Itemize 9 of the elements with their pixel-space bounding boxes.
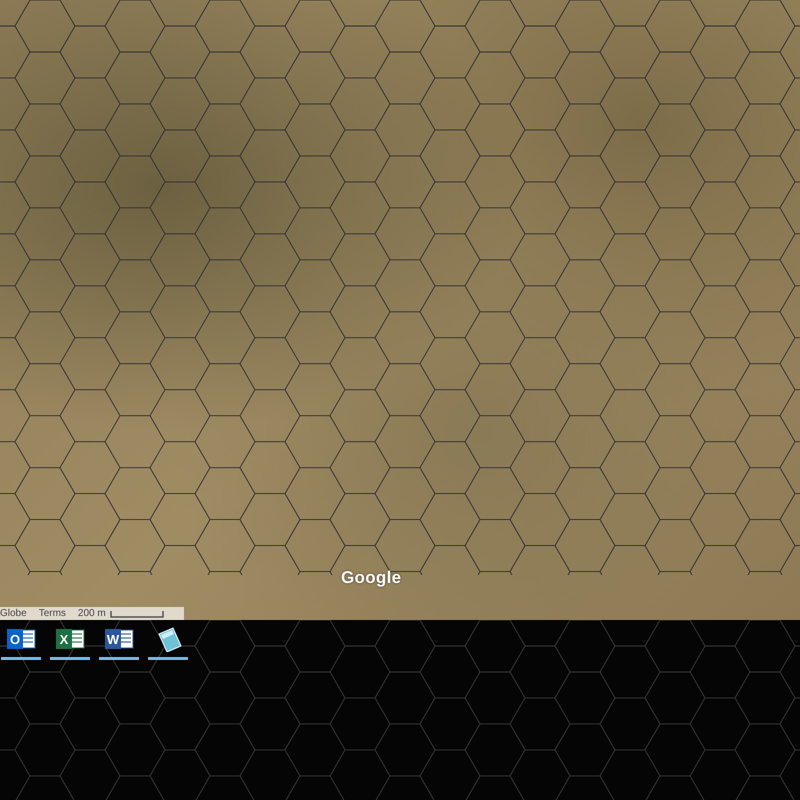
taskbar-app-button[interactable]: O xyxy=(1,626,41,660)
taskbar-app-button[interactable] xyxy=(148,626,188,660)
map-logo: Google xyxy=(341,568,402,588)
taskbar-app-button[interactable]: X xyxy=(50,626,90,660)
attribution-link[interactable]: Terms xyxy=(38,608,66,619)
attribution-link[interactable]: Globe xyxy=(0,608,27,619)
scale-bar-icon xyxy=(110,610,164,618)
scale-label: 200 m xyxy=(78,608,106,619)
taskbar-app-button[interactable]: W xyxy=(99,626,139,660)
